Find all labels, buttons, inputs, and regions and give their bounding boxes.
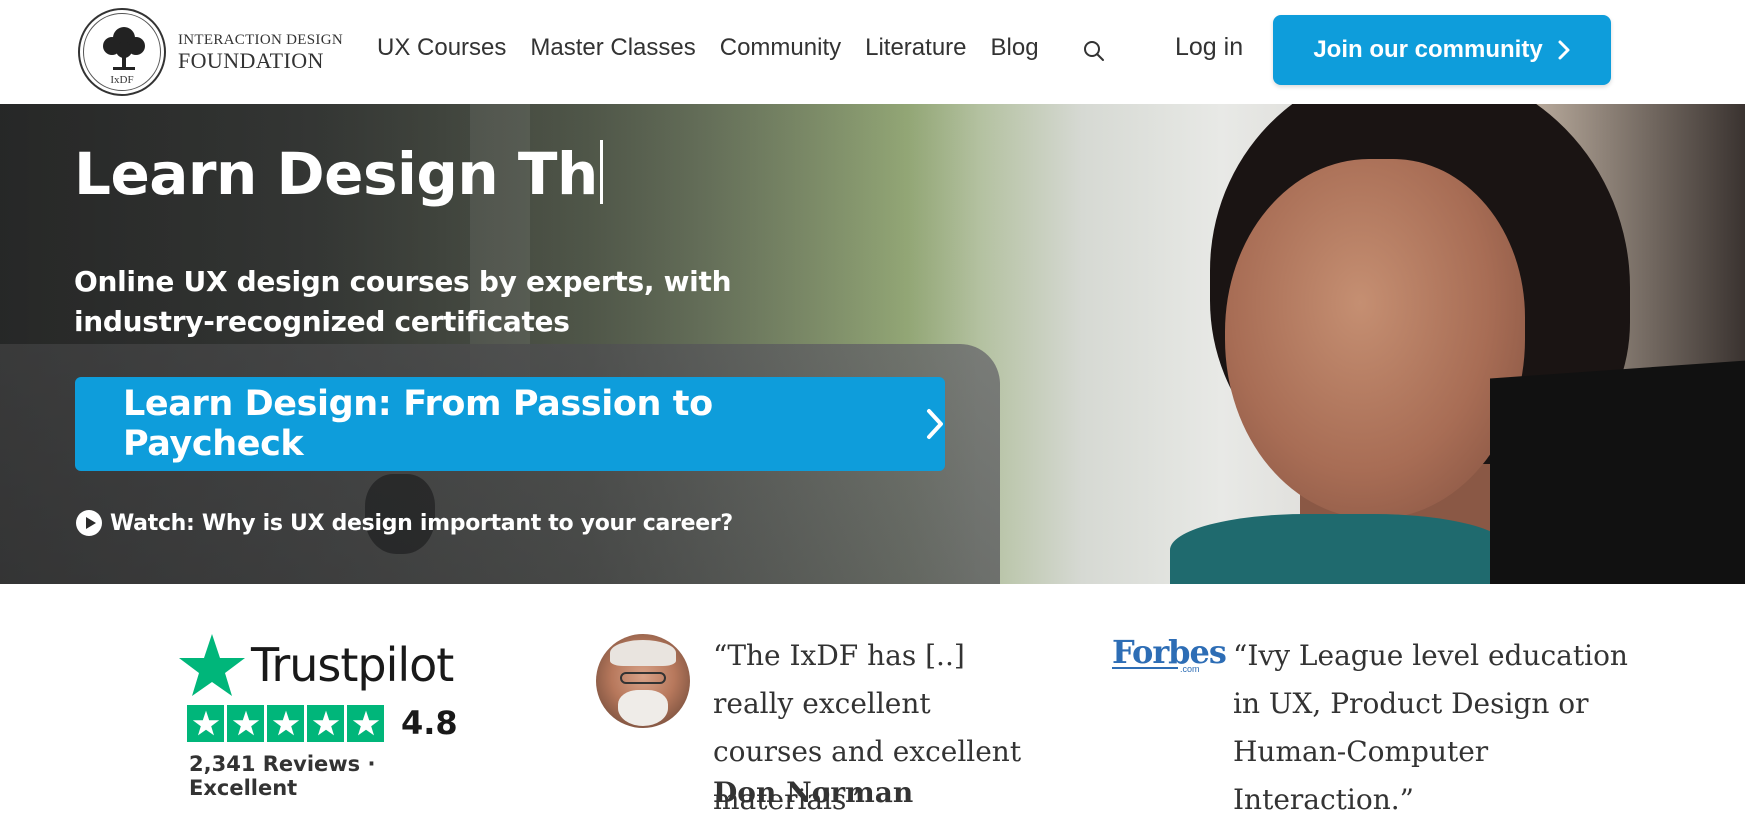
- forbes-logo-underline: [1112, 667, 1178, 669]
- rating-star-icon: [267, 704, 304, 742]
- watch-label: Watch: Why is UX design important to you…: [110, 510, 733, 536]
- logo-seal: IxDF: [78, 8, 166, 96]
- tree-logo-icon: [103, 27, 145, 70]
- chevron-right-icon: [927, 409, 944, 439]
- trustpilot-score: 4.8: [401, 704, 458, 742]
- join-community-button[interactable]: Join our community: [1273, 15, 1611, 85]
- nav-item-community[interactable]: Community: [720, 34, 841, 62]
- forbes-logo: Forbes: [1112, 633, 1227, 671]
- watch-video-link[interactable]: Watch: Why is UX design important to you…: [76, 510, 733, 536]
- hero-title: Learn Design Th: [74, 140, 603, 208]
- rating-star-icon: [227, 704, 264, 742]
- trustpilot-rating-row: 4.8: [187, 704, 477, 742]
- logo-line1: INTERACTION DESIGN: [178, 31, 343, 48]
- chevron-right-icon: [1558, 40, 1570, 60]
- learn-design-cta-button[interactable]: Learn Design: From Passion to Paycheck: [75, 377, 945, 471]
- forbes-logo-suffix: .com: [1180, 664, 1200, 674]
- search-icon[interactable]: [1083, 40, 1105, 62]
- hero-title-text: Learn Design Th: [74, 140, 598, 208]
- trustpilot-wordmark: Trustpilot: [251, 638, 454, 692]
- press-quote: “Ivy League level education in UX, Produ…: [1233, 639, 1628, 816]
- nav-item-literature[interactable]: Literature: [865, 34, 966, 62]
- main-nav: UX Courses Master Classes Community Lite…: [377, 34, 1063, 62]
- trustpilot-brand: Trustpilot: [177, 632, 477, 698]
- logo-badge-text: IxDF: [110, 74, 134, 86]
- site-header: IxDF INTERACTION DESIGN FOUNDATION UX Co…: [0, 0, 1745, 104]
- rating-star-icon: [187, 704, 224, 742]
- rating-star-icon: [307, 704, 344, 742]
- hero-subtitle: Online UX design courses by experts, wit…: [74, 265, 732, 338]
- nav-item-master-classes[interactable]: Master Classes: [530, 34, 695, 62]
- trustpilot-reviews: 2,341 Reviews · Excellent: [189, 752, 376, 800]
- typing-caret: [599, 140, 603, 204]
- join-community-label: Join our community: [1313, 36, 1543, 63]
- nav-item-blog[interactable]: Blog: [991, 34, 1039, 62]
- logo-line2: FOUNDATION: [178, 47, 324, 73]
- trustpilot-star-icon: [179, 634, 245, 696]
- play-icon: [76, 510, 102, 536]
- nav-item-ux-courses[interactable]: UX Courses: [377, 34, 506, 62]
- rating-star-icon: [347, 704, 384, 742]
- hero-photo-shirt: [1170, 514, 1510, 584]
- ixdf-logo[interactable]: IxDF INTERACTION DESIGN FOUNDATION: [78, 8, 343, 96]
- trustpilot-widget[interactable]: Trustpilot 4.8 2,341 Reviews · Excellent: [177, 632, 477, 800]
- avatar: [596, 634, 690, 728]
- hero-bg-monitor: [1490, 359, 1745, 584]
- testimonial-author: Don Norman: [713, 776, 914, 809]
- login-link[interactable]: Log in: [1175, 33, 1243, 62]
- cta-label: Learn Design: From Passion to Paycheck: [123, 384, 713, 464]
- logo-wordmark: INTERACTION DESIGN FOUNDATION: [178, 31, 343, 73]
- hero-photo-face: [1225, 159, 1525, 519]
